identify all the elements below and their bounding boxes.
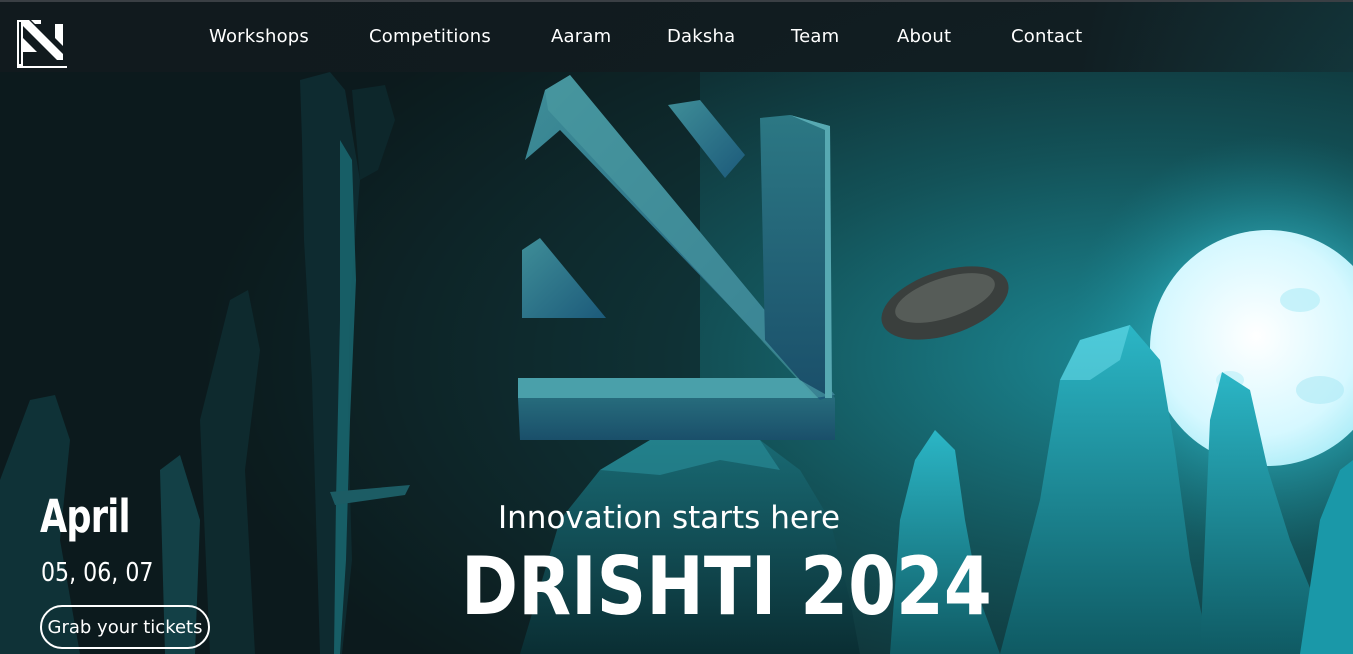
hero-title: DRISHTI 2024: [461, 540, 992, 633]
top-navigation: Workshops Competitions Aaram Daksha Team…: [0, 2, 1353, 72]
hero-tagline: Innovation starts here: [498, 500, 841, 536]
nav-link-daksha[interactable]: Daksha: [667, 26, 735, 47]
event-month: April: [40, 490, 131, 543]
drishti-logo-icon[interactable]: [17, 20, 67, 68]
nav-link-workshops[interactable]: Workshops: [209, 26, 309, 47]
nav-link-about[interactable]: About: [897, 26, 951, 47]
grab-tickets-button[interactable]: Grab your tickets: [40, 605, 210, 649]
nav-link-contact[interactable]: Contact: [1011, 26, 1082, 47]
nav-link-competitions[interactable]: Competitions: [369, 26, 491, 47]
event-days: 05, 06, 07: [41, 558, 154, 588]
nav-link-team[interactable]: Team: [791, 26, 839, 47]
nav-link-aaram[interactable]: Aaram: [551, 26, 611, 47]
